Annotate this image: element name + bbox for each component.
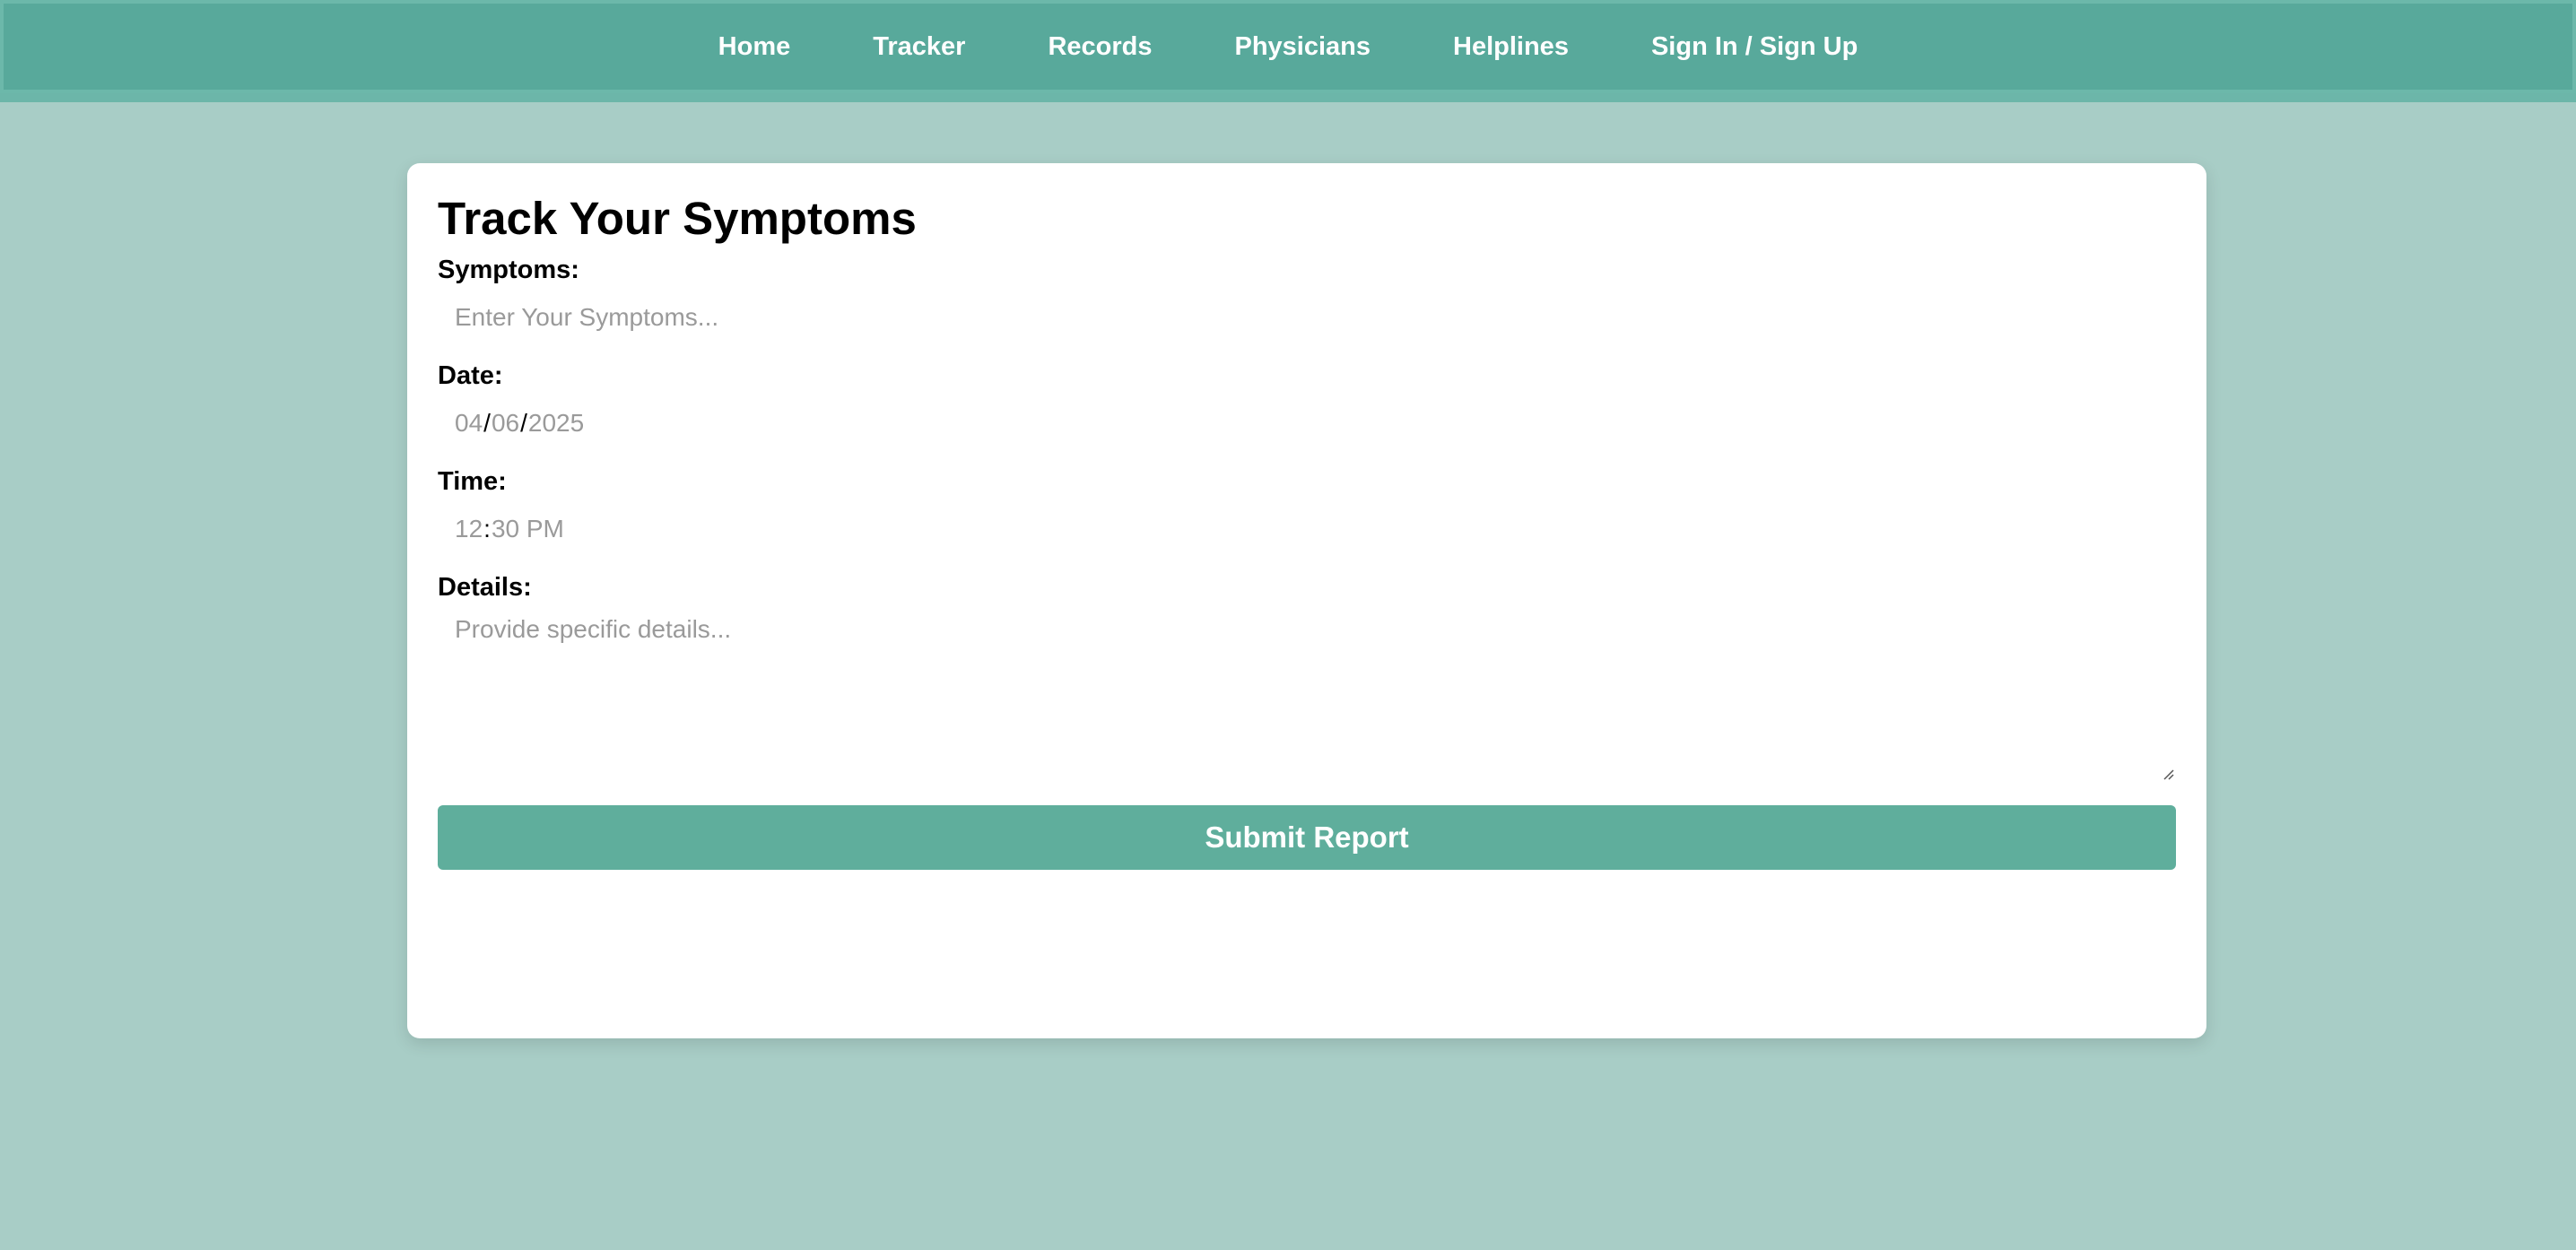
nav-records-link[interactable]: Records — [1006, 0, 1193, 93]
nav-helplines-link[interactable]: Helplines — [1412, 0, 1610, 93]
details-textarea[interactable]: Provide specific details... — [438, 603, 2176, 782]
nav-home-link[interactable]: Home — [677, 0, 832, 93]
resize-handle-icon[interactable] — [2162, 768, 2174, 780]
date-day: 06 — [491, 409, 520, 437]
details-label: Details: — [438, 573, 532, 602]
symptoms-label: Symptoms: — [438, 256, 579, 284]
nav-tracker-link[interactable]: Tracker — [831, 0, 1006, 93]
navbar-divider — [0, 93, 2576, 102]
details-placeholder: Provide specific details... — [455, 615, 732, 643]
time-minute-period: 30 PM — [491, 515, 564, 543]
symptom-tracker-card: Track Your Symptoms Symptoms: Date: 04/0… — [407, 163, 2206, 1038]
time-hour: 12 — [455, 515, 483, 543]
submit-report-button[interactable]: Submit Report — [438, 805, 2176, 870]
date-input[interactable]: 04/06/2025 — [438, 391, 2176, 456]
date-separator: / — [483, 409, 491, 437]
nav-sign-in-link[interactable]: Sign In / Sign Up — [1610, 0, 1899, 93]
time-separator: : — [483, 515, 491, 543]
nav-physicians-link[interactable]: Physicians — [1193, 0, 1412, 93]
symptoms-input[interactable] — [438, 285, 2176, 350]
time-input[interactable]: 12:30 PM — [438, 497, 2176, 561]
date-month: 04 — [455, 409, 483, 437]
date-label: Date: — [438, 361, 503, 390]
time-label: Time: — [438, 467, 507, 496]
date-year: 2025 — [527, 409, 585, 437]
date-separator: / — [520, 409, 527, 437]
top-navbar: Home Tracker Records Physicians Helpline… — [0, 0, 2576, 93]
page-title: Track Your Symptoms — [438, 193, 917, 244]
